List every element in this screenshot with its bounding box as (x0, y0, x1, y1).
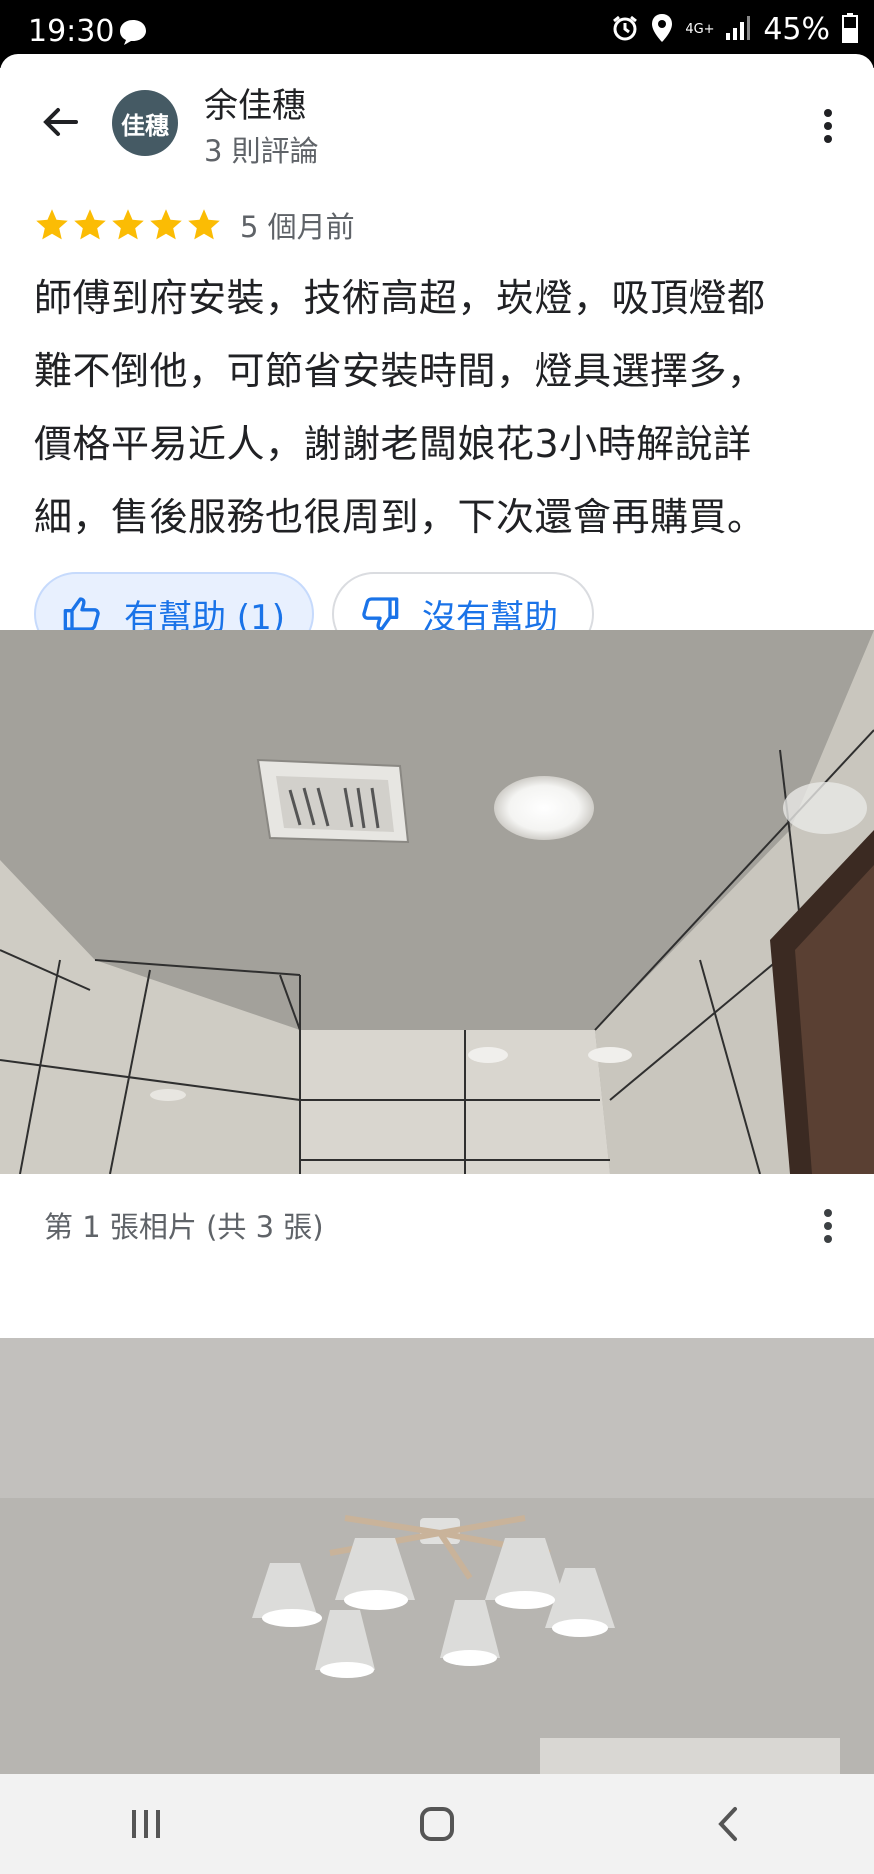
photo-more-button[interactable] (808, 1200, 848, 1252)
review-text-line: 師傅到府安裝，技術高超，崁燈，吸頂燈都 (34, 276, 766, 320)
rating-row: 5 個月前 (34, 204, 355, 246)
bathroom-ceiling-image (0, 630, 874, 1174)
photo-caption-area (0, 1174, 874, 1338)
status-time: 19:30 (28, 14, 115, 49)
review-count: 3 則評論 (204, 134, 319, 168)
back-nav-button[interactable] (688, 1794, 768, 1854)
home-button[interactable] (397, 1794, 477, 1854)
alarm-icon (611, 14, 639, 46)
system-nav-bar (0, 1774, 874, 1874)
battery-percent: 45% (763, 12, 830, 47)
review-text: 師傅到府安裝，技術高超，崁燈，吸頂燈都 難不倒他，可節省安裝時間，燈具選擇多， … (34, 262, 846, 554)
signal-icon (725, 15, 751, 45)
screen: 19:30 4G+ 45% 佳穗 余佳穗 3 則評論 5 個月前 師傅到府安裝，… (0, 0, 874, 1874)
star-icon (112, 209, 144, 240)
back-button[interactable] (32, 94, 88, 150)
thumb-up-icon (63, 597, 100, 631)
review-text-line: 難不倒他，可節省安裝時間，燈具選擇多， (34, 349, 766, 393)
star-icon (74, 209, 106, 240)
more-options-button[interactable] (808, 98, 848, 154)
review-text-line: 細，售後服務也很周到，下次還會再購買。 (34, 495, 766, 539)
star-icon (188, 209, 220, 240)
chevron-left-icon (718, 1807, 738, 1841)
thumb-down-icon (362, 597, 399, 631)
star-rating (34, 207, 222, 243)
star-icon (36, 209, 68, 240)
review-text-line: 價格平易近人，謝謝老闆娘花3小時解說詳 (34, 422, 752, 466)
chat-notification-icon (118, 18, 148, 50)
chandelier-image (0, 1338, 874, 1774)
status-icons: 4G+ 45% (611, 12, 858, 47)
more-vert-icon (824, 109, 832, 143)
network-type-label: 4G+ (685, 21, 715, 37)
review-time: 5 個月前 (240, 210, 355, 244)
recent-apps-button[interactable] (106, 1794, 186, 1854)
star-icon (150, 209, 182, 240)
location-icon (651, 13, 673, 47)
review-photo-2[interactable] (0, 1338, 874, 1774)
battery-icon (842, 12, 858, 47)
home-icon (419, 1807, 454, 1841)
reviewer-name[interactable]: 余佳穗 (204, 78, 306, 127)
photo-counter: 第 1 張相片 (共 3 張) (44, 1210, 324, 1244)
arrow-back-icon (43, 108, 78, 136)
avatar[interactable]: 佳穗 (112, 90, 178, 156)
recent-apps-icon (131, 1810, 160, 1838)
review-photo-1[interactable] (0, 630, 874, 1174)
more-vert-icon (824, 1209, 832, 1243)
